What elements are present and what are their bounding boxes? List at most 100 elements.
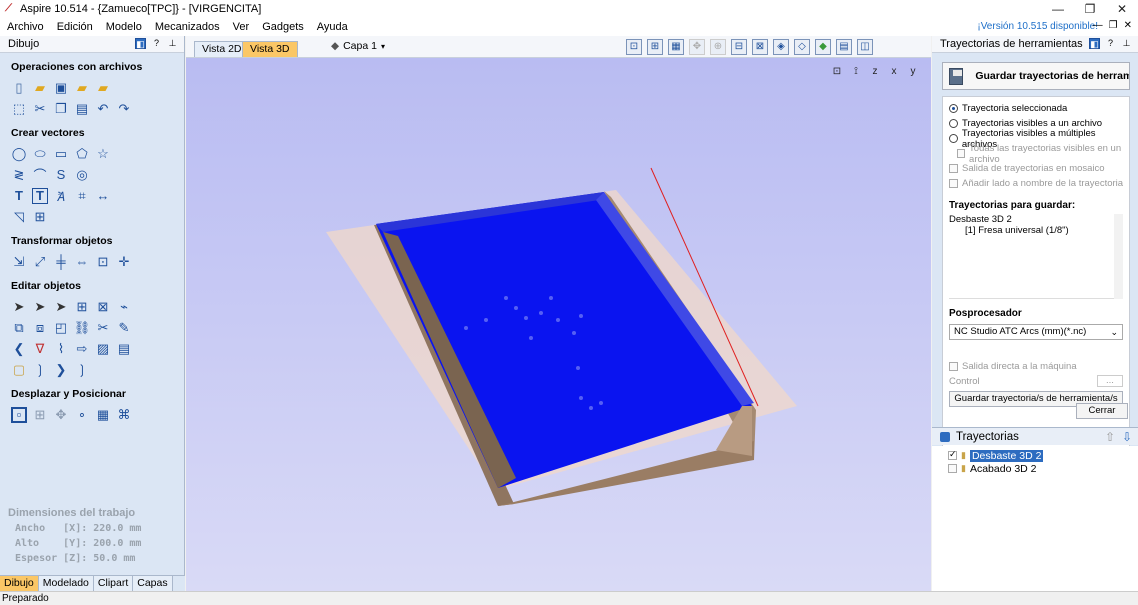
right-help-icon[interactable]: ? [1105,38,1116,49]
ungroup-icon[interactable]: ⊠ [95,299,111,315]
polygon-icon[interactable]: ⬠ [74,146,90,162]
toolpath-view-icon[interactable]: ◇ [794,39,810,55]
pin-icon[interactable]: ⊥ [167,38,178,49]
menu-edicion[interactable]: Edición [50,21,99,33]
arc-icon[interactable]: ⌒ [32,167,48,183]
text-box-icon[interactable]: T [32,187,48,204]
polyline-icon[interactable]: ≷ [11,167,27,183]
toolpath-visible-checkbox[interactable] [948,464,957,473]
save-icon[interactable]: ▣ [53,80,69,96]
toolpath-item[interactable]: ▮ Acabado 3D 2 [948,462,1138,475]
mirror-icon[interactable]: ⇔ [74,254,90,270]
undo-icon[interactable]: ↶ [95,101,111,117]
arrow-up-icon[interactable]: ⇧ [1103,430,1117,444]
tab-modelado[interactable]: Modelado [38,576,94,591]
trim-icon[interactable]: ⌁ [116,299,132,315]
select-pointer-icon[interactable]: ➤ [11,299,27,315]
copy-along-icon[interactable]: ∘ [74,407,90,423]
ellipse-icon[interactable]: ⬭ [32,146,48,162]
right-panel-toggle-icon[interactable]: ◧ [1089,38,1100,49]
split-vertical-icon[interactable]: ◫ [857,39,873,55]
mdi-restore-icon[interactable]: ❐ [1109,20,1118,31]
curve-fit-icon[interactable]: ⌇ [53,341,69,357]
tab-clipart[interactable]: Clipart [93,576,134,591]
open-folder-icon[interactable]: ▰ [32,80,48,96]
menu-gadgets[interactable]: Gadgets [255,21,310,33]
text-icon[interactable]: T [11,188,27,204]
zoom-icon[interactable]: ⊕ [710,39,726,55]
help-icon[interactable]: ? [151,38,162,49]
checkbox[interactable] [949,362,958,371]
nest-icon[interactable]: ✥ [53,407,69,423]
bracket-close-icon[interactable]: ❳ [74,362,90,378]
menu-ayuda[interactable]: Ayuda [310,21,354,33]
text-on-curve-icon[interactable]: Ꞻ [53,188,69,204]
chevron-right-icon[interactable]: ❯ [53,362,69,378]
spiral-icon[interactable]: ◎ [74,167,90,183]
arrow-shape-icon[interactable]: ⇨ [74,341,90,357]
select-all-icon[interactable]: ⬚ [11,101,27,117]
zoom-extents-icon[interactable]: ⊡ [626,39,642,55]
redo-icon[interactable]: ↷ [116,101,132,117]
restore-icon[interactable]: ❐ [1074,0,1106,18]
rectangle-icon[interactable]: ▭ [53,146,69,162]
node-edit-icon[interactable]: ➤ [32,299,48,315]
bracket-icon[interactable]: ❳ [32,362,48,378]
cut-icon[interactable]: ✂ [32,101,48,117]
tab-capas[interactable]: Capas [133,576,173,591]
arrow-down-icon[interactable]: ⇩ [1120,430,1134,444]
zoom-job-icon[interactable]: ⊞ [647,39,663,55]
checkbox-direct-output[interactable]: Salida directa a la máquina [949,359,1129,374]
grid-icon[interactable]: ▦ [668,39,684,55]
checkbox-append-name[interactable]: Añadir lado a nombre de la trayectoria [949,176,1129,191]
checkbox[interactable] [949,164,958,173]
rounded-rect-icon[interactable]: ▢ [11,362,27,378]
checkbox-tiled-output[interactable]: Salida de trayectorias en mosaico [949,161,1129,176]
menu-modelo[interactable]: Modelo [99,21,148,33]
scale-icon[interactable]: ⤢ [32,254,48,270]
dimension-icon[interactable]: ↔ [95,188,111,204]
weld-icon[interactable]: ⧉ [11,320,27,336]
checkbox[interactable] [949,179,958,188]
zoom-box-icon[interactable]: ⊟ [731,39,747,55]
v-shape-icon[interactable]: ∇ [32,341,48,357]
zoom-selection-icon[interactable]: ⊠ [752,39,768,55]
version-notice-link[interactable]: ¡Versión 10.515 disponible! [977,21,1098,32]
center-icon[interactable]: ✛ [116,254,132,270]
toolpath-item[interactable]: ▮ Desbaste 3D 2 [948,449,1138,462]
scissors-icon[interactable]: ✂ [95,320,111,336]
bitmap-trace-icon[interactable]: ▨ [95,341,111,357]
checkbox[interactable] [957,149,966,158]
3d-viewport[interactable]: ⊡ ⟟ z x y [186,58,931,591]
radio-button[interactable] [949,134,958,143]
array-icon[interactable]: ⊞ [32,407,48,423]
menu-ver[interactable]: Ver [226,21,256,33]
collapse-icon[interactable] [940,431,950,442]
new-file-icon[interactable]: ▯ [11,80,27,96]
postprocessor-select[interactable]: NC Studio ATC Arcs (mm)(*.nc) ⌄ [949,324,1123,340]
grid-array-icon[interactable]: ▦ [95,407,111,423]
frame-icon[interactable]: ▫ [11,406,27,423]
tab-dibujo[interactable]: Dibujo [0,576,39,591]
transform-pointer-icon[interactable]: ➤ [53,299,69,315]
save-toolpaths-header-button[interactable]: Guardar trayectorias de herramientas [942,62,1130,90]
list-scrollbar[interactable] [1114,214,1123,299]
save-as-icon[interactable]: ▰ [74,80,90,96]
tab-vista-3d[interactable]: Vista 3D [242,41,298,57]
auto-layout-text-icon[interactable]: ⌗ [74,188,90,204]
join-icon[interactable]: ⛓ [74,320,91,336]
circle-icon[interactable]: ◯ [11,146,27,162]
split-horizontal-icon[interactable]: ▤ [836,39,852,55]
mdi-minimize-icon[interactable]: — [1093,20,1103,31]
material-icon[interactable]: ◆ [815,39,831,55]
radio-selected-toolpath[interactable]: Trayectoria seleccionada [949,101,1129,116]
minimize-icon[interactable]: — [1042,0,1074,18]
curve-icon[interactable]: S [53,167,69,183]
menu-archivo[interactable]: Archivo [0,21,50,33]
panel-toggle-icon[interactable]: ◧ [135,38,146,49]
toolpath-visible-checkbox[interactable] [948,449,957,460]
move-icon[interactable]: ⇲ [11,254,27,270]
close-icon[interactable]: ✕ [1106,0,1138,18]
size-icon[interactable]: ⊡ [95,254,111,270]
radio-button[interactable] [949,119,958,128]
